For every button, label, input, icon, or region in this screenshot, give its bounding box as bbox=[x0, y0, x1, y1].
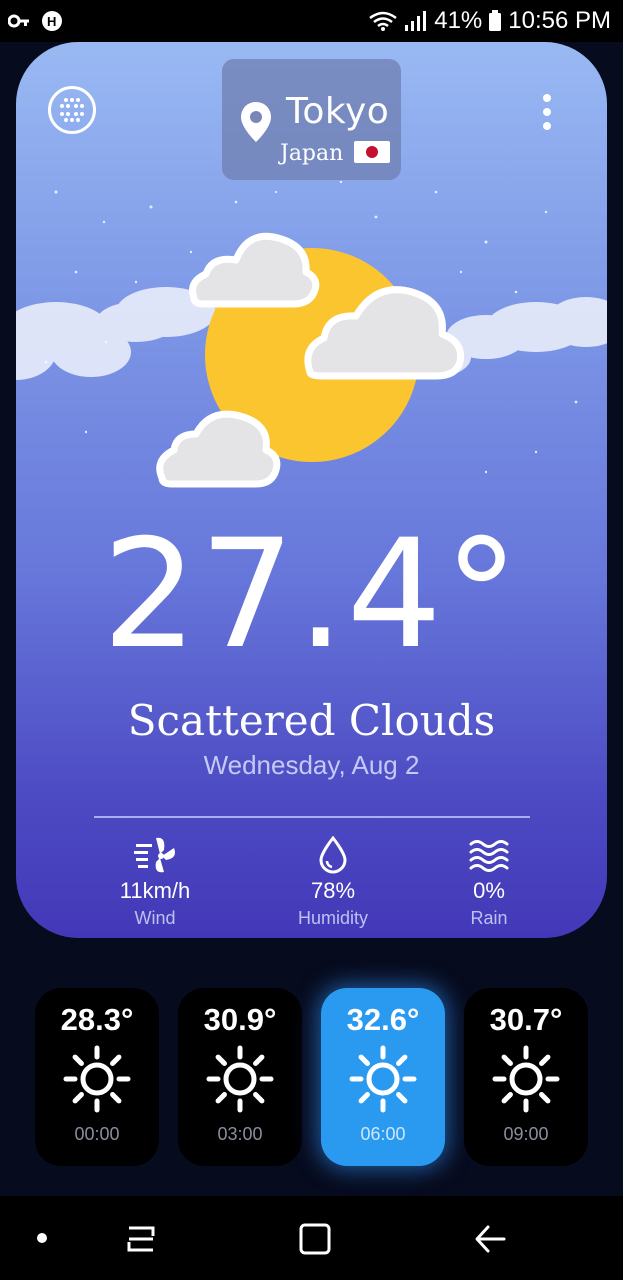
wind-value: 11km/h bbox=[119, 878, 191, 903]
wind-stat: 11km/h Wind bbox=[80, 836, 230, 929]
clock: 10:56 PM bbox=[508, 7, 611, 34]
location-selector[interactable]: Tokyo Japan bbox=[222, 59, 401, 180]
hourly-temperature: 30.9° bbox=[203, 1002, 277, 1037]
sun-icon bbox=[349, 1045, 417, 1113]
hourly-forecast-item[interactable]: 30.9° 03:00 bbox=[178, 988, 302, 1166]
hourly-forecast-item[interactable]: 28.3° 00:00 bbox=[35, 988, 159, 1166]
menu-grid-button[interactable] bbox=[48, 86, 96, 134]
rain-stat: 0% Rain bbox=[414, 836, 564, 929]
home-button-icon[interactable] bbox=[299, 1223, 331, 1255]
key-icon bbox=[8, 14, 29, 28]
hourly-temperature: 28.3° bbox=[60, 1002, 134, 1037]
back-arrow-icon[interactable] bbox=[474, 1224, 506, 1254]
wind-icon bbox=[134, 837, 175, 873]
current-temperature: 27.4° bbox=[102, 508, 521, 682]
signal-icon bbox=[405, 11, 427, 31]
rain-value: 0% bbox=[473, 878, 505, 903]
japan-flag-icon bbox=[354, 141, 390, 163]
svg-text:H: H bbox=[47, 14, 56, 29]
city-name: Tokyo bbox=[286, 91, 390, 132]
sun-icon bbox=[63, 1045, 131, 1113]
hourly-time: 06:00 bbox=[360, 1124, 406, 1144]
humidity-value: 78% bbox=[310, 878, 356, 903]
hourly-time: 03:00 bbox=[217, 1124, 263, 1144]
droplet-icon bbox=[319, 836, 347, 874]
battery-icon bbox=[489, 10, 502, 31]
hourly-temperature: 30.7° bbox=[489, 1002, 563, 1037]
wind-label: Wind bbox=[134, 908, 176, 928]
sun-icon bbox=[492, 1045, 560, 1113]
wifi-icon bbox=[369, 11, 397, 31]
partly-cloudy-illustration bbox=[16, 232, 607, 488]
navigation-bar bbox=[0, 1196, 623, 1280]
humidity-label: Humidity bbox=[297, 908, 368, 928]
grid-dots-icon bbox=[60, 98, 84, 122]
weather-condition: Scattered Clouds bbox=[127, 696, 496, 745]
dot-indicator-icon bbox=[37, 1233, 47, 1243]
current-date: Wednesday, Aug 2 bbox=[203, 750, 420, 780]
humidity-stat: 78% Humidity bbox=[258, 836, 408, 929]
app-notification-icon: H bbox=[42, 11, 62, 31]
recent-apps-icon[interactable] bbox=[126, 1224, 156, 1254]
hourly-forecast-item-selected[interactable]: 32.6° 06:00 bbox=[321, 988, 445, 1166]
sun-icon bbox=[206, 1045, 274, 1113]
hourly-temperature: 32.6° bbox=[346, 1002, 420, 1037]
hourly-time: 00:00 bbox=[74, 1124, 120, 1144]
location-pin-icon bbox=[241, 102, 271, 142]
rain-label: Rain bbox=[470, 908, 508, 928]
waves-icon bbox=[469, 840, 509, 872]
divider bbox=[94, 816, 530, 818]
battery-percent: 41% bbox=[434, 7, 483, 34]
hourly-time: 09:00 bbox=[503, 1124, 549, 1144]
status-bar: H 41% 10:56 PM bbox=[0, 0, 623, 42]
more-options-icon[interactable] bbox=[541, 94, 553, 130]
hourly-forecast-item[interactable]: 30.7° 09:00 bbox=[464, 988, 588, 1166]
country-name: Japan bbox=[280, 141, 344, 166]
current-weather-card: Tokyo Japan 27.4° Scattered Clouds Wedne… bbox=[16, 42, 607, 938]
